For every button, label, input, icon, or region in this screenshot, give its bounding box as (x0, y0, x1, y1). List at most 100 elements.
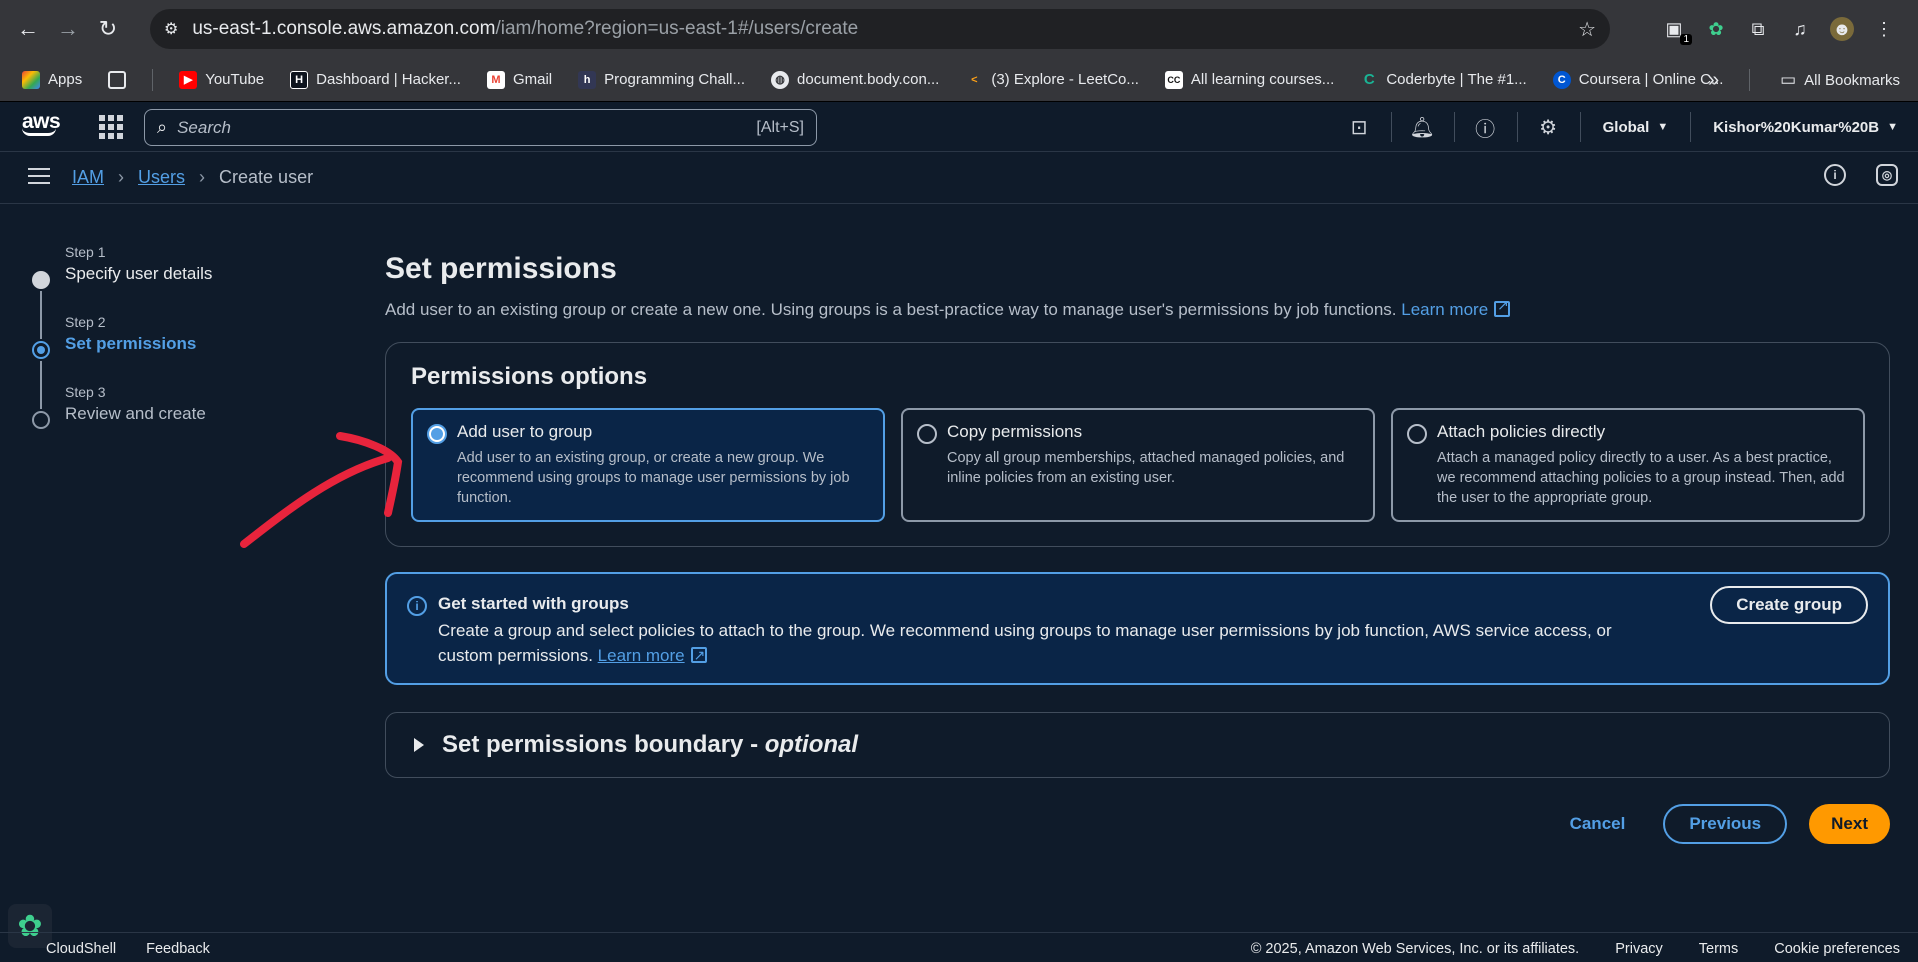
caret-down-icon: ▼ (1657, 121, 1669, 133)
region-selector[interactable]: Global ▼ (1581, 119, 1691, 136)
feedback-link[interactable]: Feedback (146, 941, 210, 957)
search-shortcut: [Alt+S] (756, 118, 804, 136)
side-nav-menu-icon[interactable] (28, 168, 50, 189)
step-1[interactable]: Step 1 Specify user details (28, 244, 328, 339)
option-attach-policies-directly[interactable]: Attach policies directly Attach a manage… (1391, 408, 1865, 522)
step-active-dot (32, 341, 50, 359)
wizard-actions: Cancel Previous Next (1554, 804, 1890, 844)
copyright-text: © 2025, Amazon Web Services, Inc. or its… (1250, 941, 1580, 957)
all-bookmarks[interactable]: ▭ All Bookmarks (1780, 70, 1900, 90)
bookmark-youtube[interactable]: ▶ YouTube (179, 70, 264, 89)
notifications-panel-icon[interactable]: ◎ (1876, 164, 1898, 186)
bookmarks-right: » ▭ All Bookmarks (1708, 58, 1900, 102)
boundary-title: Set permissions boundary - optional (442, 731, 859, 758)
footer-right: © 2025, Amazon Web Services, Inc. or its… (1251, 941, 1900, 957)
reload-icon[interactable]: ↻ (88, 9, 128, 49)
previous-button[interactable]: Previous (1663, 804, 1788, 844)
panel-title: Permissions options (411, 363, 648, 390)
breadcrumb-bar: IAM › Users › Create user i ◎ (0, 152, 1918, 204)
permissions-options-panel: Permissions options Add user to group Ad… (385, 342, 1890, 547)
external-link-icon (1494, 297, 1511, 317)
codecademy-icon: CC (1164, 70, 1183, 89)
option-add-user-to-group[interactable]: Add user to group Add user to an existin… (411, 408, 885, 522)
tab-groups-icon[interactable] (108, 70, 127, 89)
extensions-puzzle-icon[interactable]: ⧉ (1746, 17, 1770, 41)
bookmark-hackerrank[interactable]: H Dashboard | Hacker... (290, 70, 461, 89)
radio-selected[interactable] (427, 424, 447, 444)
extension-badge-icon[interactable]: ▣ 1 (1662, 17, 1692, 45)
next-button[interactable]: Next (1809, 804, 1890, 844)
extensions-area: ▣ 1 ✿ ⧉ ♫ ☻ ⋮ (1662, 9, 1918, 49)
bookmark-coursera[interactable]: C Coursera | Online C... (1552, 70, 1723, 89)
info-panel-icon[interactable]: i (1824, 164, 1846, 186)
info-icon: i (407, 596, 427, 616)
globe-icon: ◍ (771, 70, 790, 89)
bookmarks-overflow-icon[interactable]: » (1708, 69, 1719, 92)
settings-gear-icon[interactable]: ⚙ (1518, 102, 1580, 152)
page-description: Add user to an existing group or create … (385, 297, 1890, 320)
create-group-button[interactable]: Create group (1710, 586, 1868, 624)
caret-right-icon (414, 738, 424, 752)
hackerrank-icon: H (290, 70, 309, 89)
folder-icon: ▭ (1780, 70, 1797, 89)
gmail-icon: M (486, 70, 505, 89)
bookmark-programming[interactable]: h Programming Chall... (578, 70, 745, 89)
chatgpt-extension-icon[interactable]: ✿ (1704, 17, 1728, 41)
services-menu-icon[interactable] (98, 114, 124, 140)
search-input[interactable] (177, 117, 757, 138)
chevron-right-icon: › (199, 167, 206, 187)
address-bar[interactable]: ⚙ us-east-1.console.aws.amazon.com/iam/h… (150, 9, 1610, 49)
coderbyte-icon: C (1363, 71, 1375, 88)
bookmark-separator (1749, 69, 1751, 91)
bookmark-separator (152, 68, 154, 91)
cancel-button[interactable]: Cancel (1554, 814, 1642, 834)
breadcrumb-iam[interactable]: IAM (72, 167, 104, 188)
info-title: Get started with groups (438, 594, 629, 613)
bookmark-apps[interactable]: Apps (22, 70, 82, 89)
youtube-icon: ▶ (179, 70, 198, 89)
terms-link[interactable]: Terms (1699, 941, 1738, 957)
console-footer: CloudShell Feedback © 2025, Amazon Web S… (0, 932, 1918, 962)
aws-top-nav: aws ⌕ [Alt+S] ⊡ 🔔︎ ⓘ ⚙ Global▼ Kishor%20… (0, 102, 1918, 152)
bookmark-leetcode[interactable]: < (3) Explore - LeetCo... (965, 71, 1139, 89)
help-icon[interactable]: ⓘ (1455, 102, 1517, 152)
step-complete-dot (32, 271, 50, 289)
main-content: Set permissions Add user to an existing … (385, 252, 1890, 844)
account-menu[interactable]: Kishor%20Kumar%20B ▼ (1691, 119, 1918, 136)
option-copy-permissions[interactable]: Copy permissions Copy all group membersh… (901, 408, 1375, 522)
bookmark-gmail[interactable]: M Gmail (486, 70, 552, 89)
notifications-bell-icon[interactable]: 🔔︎ (1392, 102, 1454, 152)
radio-unselected[interactable] (1407, 424, 1427, 444)
step-2[interactable]: Step 2 Set permissions (28, 314, 328, 409)
back-arrow-icon[interactable]: ← (8, 9, 48, 49)
search-box[interactable]: ⌕ [Alt+S] (144, 109, 817, 146)
breadcrumb-current: Create user (219, 167, 314, 187)
bookmark-star-icon[interactable]: ☆ (1578, 17, 1596, 42)
bookmark-document[interactable]: ◍ document.body.con... (771, 70, 939, 89)
bookmark-coderbyte[interactable]: C Coderbyte | The #1... (1360, 71, 1527, 89)
permissions-boundary-expander[interactable]: Set permissions boundary - optional (385, 712, 1890, 778)
radio-unselected[interactable] (917, 424, 937, 444)
step-pending-dot (32, 411, 50, 429)
external-link-icon (690, 643, 707, 668)
bookmark-codecademy[interactable]: CC All learning courses... (1164, 70, 1334, 89)
forward-arrow-icon[interactable]: → (48, 9, 88, 49)
breadcrumb: IAM › Users › Create user (72, 167, 313, 188)
cookie-preferences-link[interactable]: Cookie preferences (1774, 941, 1900, 957)
info-text: Create a group and select policies to at… (438, 618, 1668, 668)
learn-more-link[interactable]: Learn more (1401, 297, 1511, 319)
footer-left: CloudShell Feedback (46, 941, 210, 957)
red-annotation-arrow (240, 432, 403, 548)
media-controls-icon[interactable]: ♫ (1788, 17, 1812, 41)
header-right-controls: ⊡ 🔔︎ ⓘ ⚙ Global ▼ Kishor%20Kumar%20B ▼ (1329, 102, 1918, 152)
profile-avatar[interactable]: ☻ (1830, 17, 1854, 41)
cloudshell-link[interactable]: CloudShell (46, 941, 116, 957)
site-settings-icon[interactable]: ⚙ (164, 19, 178, 39)
privacy-link[interactable]: Privacy (1615, 941, 1663, 957)
browser-menu-icon[interactable]: ⋮ (1872, 17, 1896, 41)
utility-icons: i ◎ (1824, 164, 1898, 186)
breadcrumb-users[interactable]: Users (138, 167, 185, 188)
aws-logo[interactable]: aws (22, 110, 61, 136)
cloudshell-icon[interactable]: ⊡ (1329, 102, 1391, 152)
info-learn-more-link[interactable]: Learn more (598, 646, 685, 665)
